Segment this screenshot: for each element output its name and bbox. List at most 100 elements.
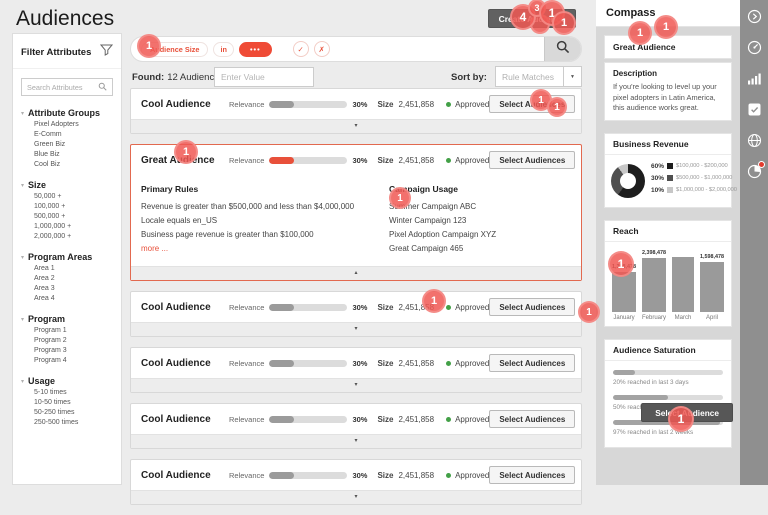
sidebar-item[interactable]: 5-10 times [13,386,121,396]
select-audiences-button[interactable]: Select Audiences [489,151,576,169]
enter-value-input[interactable]: Enter Value [214,67,314,87]
sidebar-item[interactable]: Pixel Adopters [13,118,121,128]
compass-icon[interactable] [747,40,762,55]
size-group: Size 2,451,858 [377,415,434,424]
sidebar-item[interactable]: Green Biz [13,138,121,148]
sidebar-item[interactable]: Program 2 [13,334,121,344]
sidebar-item[interactable]: 500,000 + [13,210,121,220]
sidebar-section-header[interactable]: ▾ Size [13,180,121,190]
relevance-bar-fill [269,100,295,108]
rule-search-bar[interactable]: Audience Size in ••• ✓ ✗ [130,36,582,62]
sidebar-item[interactable]: Program 1 [13,324,121,334]
size-value: 2,451,858 [398,414,435,424]
rule-chip-group: Audience Size in ••• ✓ ✗ [131,41,544,57]
dropdown-caret-icon[interactable]: ▼ [563,67,581,86]
sidebar-section-header[interactable]: ▾ Program Areas [13,252,121,262]
sidebar-item[interactable]: 1,000,000 + [13,220,121,230]
network-icon[interactable] [747,133,762,148]
audience-card-header[interactable]: Cool Audience Relevance 30% Size 2,451,858 Ap… [131,292,581,322]
sidebar-item[interactable]: Area 2 [13,272,121,282]
sidebar-item[interactable]: 10-50 times [13,396,121,406]
size-label: Size [377,358,394,368]
sidebar-section: ▾ Program Areas Area 1 Area 2 Area 3 Area 4 [13,252,121,302]
audience-card: Cool Audience Relevance 30% Size 2,451,858 Ap… [130,403,582,449]
card-expander-toggle[interactable]: ▾ [131,119,581,133]
sidebar-item[interactable]: E-Comm [13,128,121,138]
more-link[interactable]: more ... [141,244,373,253]
sidebar-item[interactable]: Area 1 [13,262,121,272]
select-audiences-button[interactable]: Select Audiences [489,410,576,428]
rule-attribute-chip[interactable]: Audience Size [141,41,209,57]
reach-bar [700,261,724,312]
collapse-panel-icon[interactable] [747,9,762,24]
reach-bar-column: March [672,250,695,321]
rule-value-chip[interactable]: ••• [238,41,272,57]
create-audience-button[interactable]: Create Audience [488,9,576,28]
sidebar-item[interactable]: Blue Biz [13,148,121,158]
search-icon [98,78,107,96]
status-dot-icon [446,304,452,310]
sidebar-section: ▾ Size 50,000 +100,000 +500,000 +1,000,000… [13,180,121,240]
select-audience-button[interactable]: Select Audience [641,403,733,422]
audience-card-header[interactable]: Cool Audience Relevance 30% Size 2,451,858 Ap… [131,404,581,434]
card-expander-toggle[interactable]: ▴ [131,266,581,280]
sort-by-value: Rule Matches [502,71,554,82]
rule-operator-chip[interactable]: in [213,41,234,57]
reach-bar-month: January [613,314,635,321]
card-expander-toggle[interactable]: ▾ [131,434,581,448]
sidebar-item[interactable]: 50,000 + [13,190,121,200]
select-audiences-button[interactable]: Select Audiences [489,298,576,316]
audience-card-header[interactable]: Cool Audience Relevance 30% Size 2,451,858 Ap… [131,460,581,490]
stats-bars-icon[interactable] [747,71,762,86]
sidebar-item[interactable]: Area 4 [13,292,121,302]
select-audiences-button[interactable]: Select Audiences [489,354,576,372]
confirm-rule-icon[interactable]: ✓ [292,41,309,57]
insights-pie-icon[interactable] [747,161,765,179]
sidebar-section-header[interactable]: ▾ Usage [13,376,121,386]
sidebar-item[interactable]: 2,000,000 + [13,230,121,240]
sidebar-item[interactable]: Program 4 [13,354,121,364]
audience-card-header[interactable]: Great Audience Relevance 30% Size 2,451,858 A… [131,145,581,175]
card-expander-toggle[interactable]: ▾ [131,378,581,392]
audience-saturation-heading: Audience Saturation [605,340,731,361]
compass-title: Compass [606,7,656,19]
audience-list: Cool Audience Relevance 30% Size 2,451,858 Ap… [130,88,582,515]
relevance-label: Relevance [229,414,265,424]
status-label: Approved [455,155,490,165]
compass-header: Compass [596,0,740,27]
saturation-label: 97% reached in last 2 weeks [613,428,694,436]
filter-sidebar: Filter Attributes Search Attributes ▾ Att… [12,33,122,485]
status-label: Approved [455,470,490,480]
sort-by-select[interactable]: Rule Matches ▼ [495,66,582,87]
select-audiences-button[interactable]: Select Audiences [489,95,576,113]
sidebar-section-header[interactable]: ▾ Program [13,314,121,324]
relevance-percent: 30% [352,155,368,165]
select-audiences-button[interactable]: Select Audiences [489,466,576,484]
sidebar-item[interactable]: Program 3 [13,344,121,354]
card-expander-toggle[interactable]: ▾ [131,322,581,336]
legend-range: $500,000 - $1,000,000 [676,175,733,181]
audience-card-header[interactable]: Cool Audience Relevance 30% Size 2,451,858 Ap… [131,348,581,378]
status: Approved [446,415,489,424]
sidebar-section-header[interactable]: ▾ Attribute Groups [13,108,121,118]
sidebar-item[interactable]: 100,000 + [13,200,121,210]
remove-rule-icon[interactable]: ✗ [313,41,330,57]
description-text: If you're looking to level up your pixel… [613,82,717,112]
saturation-bar-fill [613,369,635,375]
audience-card-header[interactable]: Cool Audience Relevance 30% Size 2,451,858 Ap… [131,89,581,119]
compass-selected-audience[interactable]: Great Audience [604,35,732,59]
icon-rail [740,0,768,485]
card-expander-toggle[interactable]: ▾ [131,490,581,504]
sidebar-section: ▾ Attribute Groups Pixel Adopters E-Comm Gre… [13,108,121,168]
tasks-checkbox-icon[interactable] [747,102,762,117]
attribute-search-input[interactable]: Search Attributes [21,78,113,96]
status: Approved [446,156,489,165]
sidebar-item[interactable]: 50-250 times [13,406,121,416]
sidebar-item[interactable]: 250-500 times [13,416,121,426]
sidebar-item[interactable]: Cool Biz [13,158,121,168]
primary-rules-heading: Primary Rules [141,184,199,194]
sidebar-item[interactable]: Area 3 [13,282,121,292]
filter-funnel-icon[interactable] [99,43,114,61]
search-button[interactable] [544,37,581,61]
size-group: Size 2,451,858 [377,471,434,480]
